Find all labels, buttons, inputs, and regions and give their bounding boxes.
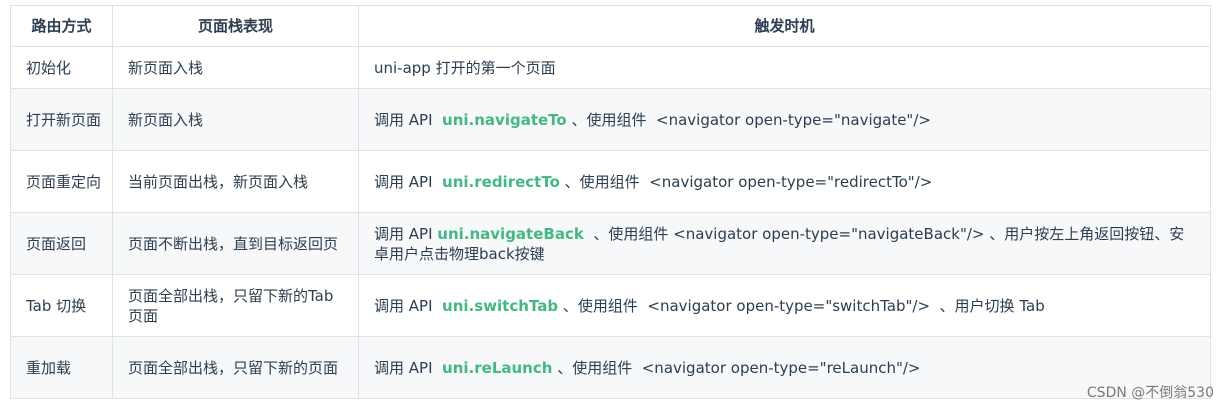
trigger-cell: 调用 API uni.switchTab 、使用组件 <navigator op… bbox=[358, 274, 1211, 337]
routing-table: 路由方式 页面栈表现 触发时机 初始化 新页面入栈 uni-app 打开的第一个… bbox=[10, 5, 1211, 399]
api-link-navigate-to[interactable]: uni.navigateTo bbox=[442, 111, 567, 129]
stack-cell: 当前页面出栈，新页面入栈 bbox=[112, 150, 359, 213]
trigger-text-pre: 调用 API bbox=[374, 224, 438, 243]
stack-cell: 新页面入栈 bbox=[112, 88, 359, 151]
stack-cell: 页面不断出栈，直到目标返回页 bbox=[112, 212, 359, 275]
api-link-navigate-back[interactable]: uni.navigateBack bbox=[437, 225, 584, 243]
table-row: 页面返回 页面不断出栈，直到目标返回页 调用 API uni.navigateB… bbox=[10, 212, 1211, 275]
route-cell: 页面重定向 bbox=[10, 150, 113, 213]
stack-cell: 页面全部出栈，只留下新的Tab 页面 bbox=[112, 274, 359, 337]
header-row: 路由方式 页面栈表现 触发时机 bbox=[10, 5, 1211, 47]
header-stack-behavior: 页面栈表现 bbox=[112, 5, 359, 47]
trigger-text-pre: uni-app 打开的第一个页面 bbox=[374, 58, 556, 77]
trigger-cell: 调用 API uni.navigateBack 、使用组件 <navigator… bbox=[358, 212, 1211, 275]
routing-table-container: 路由方式 页面栈表现 触发时机 初始化 新页面入栈 uni-app 打开的第一个… bbox=[10, 5, 1211, 399]
trigger-cell: 调用 API uni.navigateTo 、使用组件 <navigator o… bbox=[358, 88, 1211, 151]
route-cell: 重加载 bbox=[10, 336, 113, 399]
trigger-text-post: 、使用组件 <navigator open-type="redirectTo"/… bbox=[559, 172, 933, 191]
api-link-redirect-to[interactable]: uni.redirectTo bbox=[442, 173, 560, 191]
trigger-cell: uni-app 打开的第一个页面 bbox=[358, 46, 1211, 89]
trigger-text-pre: 调用 API bbox=[374, 296, 443, 315]
table-row: 打开新页面 新页面入栈 调用 API uni.navigateTo 、使用组件 … bbox=[10, 88, 1211, 151]
stack-cell: 页面全部出栈，只留下新的页面 bbox=[112, 336, 359, 399]
api-link-relaunch[interactable]: uni.reLaunch bbox=[442, 359, 552, 377]
trigger-text-pre: 调用 API bbox=[374, 358, 443, 377]
table-row: 页面重定向 当前页面出栈，新页面入栈 调用 API uni.redirectTo… bbox=[10, 150, 1211, 213]
trigger-text-post: 、使用组件 <navigator open-type="navigate"/> bbox=[566, 110, 931, 129]
trigger-text-pre: 调用 API bbox=[374, 172, 443, 191]
table-row: Tab 切换 页面全部出栈，只留下新的Tab 页面 调用 API uni.swi… bbox=[10, 274, 1211, 337]
stack-cell: 新页面入栈 bbox=[112, 46, 359, 89]
trigger-text-post: 、使用组件 <navigator open-type="switchTab"/>… bbox=[558, 296, 1045, 315]
api-link-switch-tab[interactable]: uni.switchTab bbox=[442, 297, 558, 315]
trigger-cell: 调用 API uni.redirectTo 、使用组件 <navigator o… bbox=[358, 150, 1211, 213]
trigger-cell: 调用 API uni.reLaunch 、使用组件 <navigator ope… bbox=[358, 336, 1211, 399]
table-header: 路由方式 页面栈表现 触发时机 bbox=[10, 5, 1211, 47]
table-row: 初始化 新页面入栈 uni-app 打开的第一个页面 bbox=[10, 46, 1211, 89]
table-body: 初始化 新页面入栈 uni-app 打开的第一个页面 打开新页面 新页面入栈 调… bbox=[10, 46, 1211, 399]
route-cell: Tab 切换 bbox=[10, 274, 113, 337]
header-trigger-timing: 触发时机 bbox=[358, 5, 1211, 47]
route-cell: 打开新页面 bbox=[10, 88, 113, 151]
route-cell: 页面返回 bbox=[10, 212, 113, 275]
csdn-watermark: CSDN @不倒翁530 bbox=[1086, 385, 1214, 401]
route-cell: 初始化 bbox=[10, 46, 113, 89]
trigger-text-post: 、使用组件 <navigator open-type="reLaunch"/> bbox=[552, 358, 921, 377]
header-route-method: 路由方式 bbox=[10, 5, 113, 47]
trigger-text-pre: 调用 API bbox=[374, 110, 443, 129]
table-row: 重加载 页面全部出栈，只留下新的页面 调用 API uni.reLaunch 、… bbox=[10, 336, 1211, 399]
